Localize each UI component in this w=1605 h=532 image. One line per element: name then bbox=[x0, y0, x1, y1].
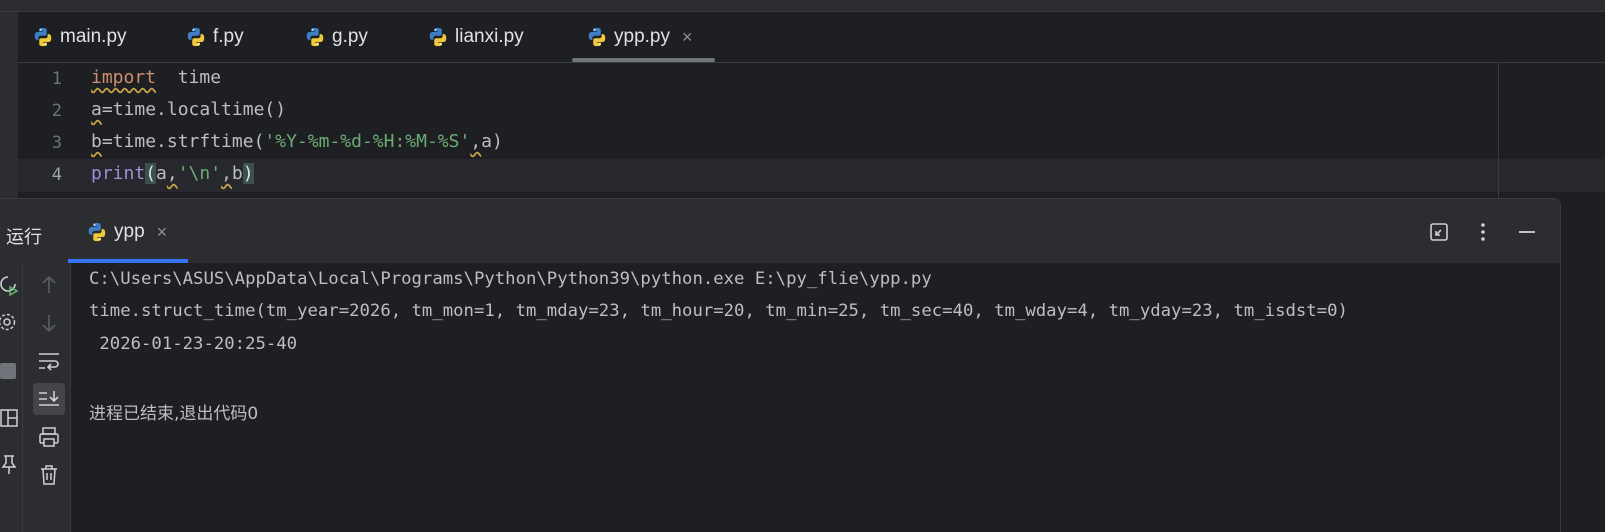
console-output[interactable]: C:\Users\ASUS\AppData\Local\Programs\Pyt… bbox=[71, 263, 1560, 532]
python-run-config-icon bbox=[86, 221, 108, 243]
code-line-3: b=time.strftime('%Y-%m-%d-%H:%M-%S',a) bbox=[91, 131, 503, 152]
console-line-output: 2026-01-23-20:25-40 bbox=[89, 334, 298, 354]
run-header: 运行 ypp × bbox=[0, 199, 1560, 263]
paren-open: ( bbox=[145, 163, 157, 184]
console-line-exit-status: 进程已结束,退出代码0 bbox=[89, 404, 259, 424]
line-number: 4 bbox=[51, 165, 62, 185]
comma: , bbox=[221, 163, 232, 184]
paren-close: ) bbox=[242, 163, 254, 184]
python-file-icon bbox=[586, 26, 608, 48]
stop-icon[interactable] bbox=[0, 363, 16, 379]
tab-f-py[interactable]: f.py bbox=[185, 12, 244, 62]
call-arg: a) bbox=[481, 131, 503, 152]
tab-label: ypp.py bbox=[614, 26, 670, 47]
console-line-output: time.struct_time(tm_year=2026, tm_mon=1,… bbox=[89, 301, 1348, 321]
tab-g-py[interactable]: g.py bbox=[304, 12, 368, 62]
run-title: 运行 bbox=[6, 227, 42, 248]
format-string: '%Y-%m-%d-%H:%M-%S' bbox=[264, 131, 471, 152]
python-file-icon bbox=[32, 26, 54, 48]
run-tool-window: 运行 ypp × C:\Users\ASUS\AppData\Local\Pro… bbox=[0, 198, 1561, 532]
run-tab-label: ypp bbox=[114, 221, 145, 242]
minimize-icon[interactable] bbox=[1516, 221, 1538, 243]
right-margin-guide bbox=[1498, 63, 1499, 198]
tab-ypp-py[interactable]: ypp.py × bbox=[572, 12, 714, 62]
line-number: 1 bbox=[51, 69, 62, 89]
run-tab-ypp[interactable]: ypp × bbox=[86, 221, 167, 243]
print-icon[interactable] bbox=[37, 425, 61, 449]
tab-label: g.py bbox=[332, 26, 368, 47]
code-line-2: a=time.localtime() bbox=[91, 99, 286, 120]
assign-op: = bbox=[101, 131, 113, 152]
close-icon[interactable]: × bbox=[682, 27, 693, 48]
trash-icon[interactable] bbox=[37, 463, 61, 487]
pin-icon[interactable] bbox=[0, 453, 20, 477]
run-header-actions bbox=[1428, 221, 1538, 243]
code-line-1: import time bbox=[91, 67, 221, 88]
tab-main-py[interactable]: main.py bbox=[32, 12, 127, 62]
module-name: time bbox=[177, 67, 222, 88]
newline-string: '\n' bbox=[177, 163, 222, 184]
var-b: b bbox=[91, 131, 102, 152]
restore-icon[interactable] bbox=[1428, 221, 1450, 243]
editor-tab-bar: main.py f.py g.py lianxi.py ypp.py × bbox=[18, 12, 1605, 63]
tab-label: lianxi.py bbox=[455, 26, 524, 47]
call-expr: time.localtime() bbox=[112, 99, 287, 120]
console-toolbar bbox=[28, 263, 71, 532]
call-expr: time.strftime( bbox=[112, 131, 265, 152]
tab-label: f.py bbox=[213, 26, 244, 47]
left-tool-strip bbox=[0, 12, 18, 202]
line-number: 2 bbox=[51, 101, 62, 121]
python-file-icon bbox=[427, 26, 449, 48]
code-editor[interactable]: 1 2 3 4 import time a=time.localtime() b… bbox=[18, 63, 1605, 198]
line-number: 3 bbox=[51, 133, 62, 153]
python-file-icon bbox=[304, 26, 326, 48]
rerun-icon[interactable] bbox=[0, 273, 20, 297]
soft-wrap-icon[interactable] bbox=[37, 349, 61, 373]
builtin-print: print bbox=[91, 163, 146, 184]
settings-icon[interactable] bbox=[0, 311, 20, 333]
scroll-to-end-icon bbox=[39, 391, 59, 406]
more-icon[interactable] bbox=[1472, 221, 1494, 243]
layout-icon[interactable] bbox=[0, 407, 20, 429]
comma: , bbox=[470, 131, 482, 152]
close-icon[interactable]: × bbox=[157, 222, 168, 243]
run-side-toolbar bbox=[0, 263, 23, 532]
console-line-command: C:\Users\ASUS\AppData\Local\Programs\Pyt… bbox=[89, 269, 932, 289]
code-line-4: print(a,'\n',b) bbox=[91, 163, 254, 184]
assign-op: = bbox=[101, 99, 113, 120]
window-top-strip bbox=[0, 0, 1605, 12]
arg-a: a bbox=[156, 163, 167, 184]
keyword-import: import bbox=[91, 67, 157, 88]
python-file-icon bbox=[185, 26, 207, 48]
comma: , bbox=[166, 163, 178, 184]
arg-b: b bbox=[231, 163, 243, 184]
arrow-up-icon[interactable] bbox=[38, 273, 60, 297]
scroll-to-end-button[interactable] bbox=[33, 383, 65, 415]
tab-lianxi-py[interactable]: lianxi.py bbox=[427, 12, 524, 62]
current-line-highlight bbox=[18, 159, 1605, 192]
var-a: a bbox=[91, 99, 102, 120]
arrow-down-icon[interactable] bbox=[38, 311, 60, 335]
tab-label: main.py bbox=[60, 26, 127, 47]
